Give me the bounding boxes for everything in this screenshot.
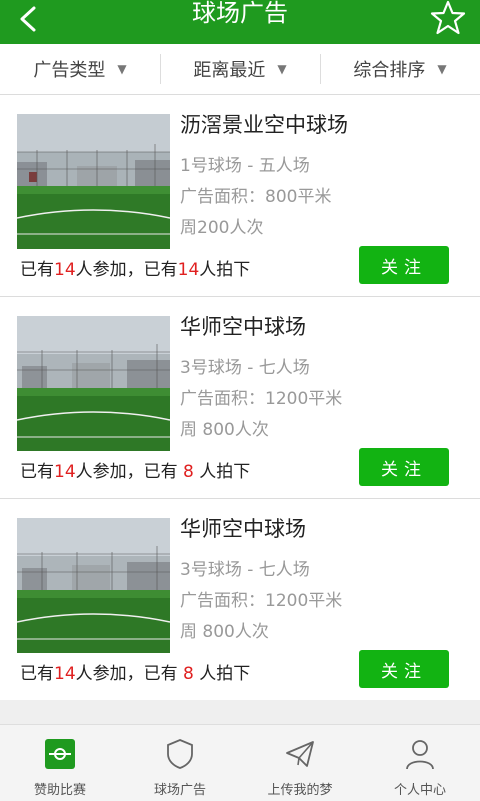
purchased-count: 8 [177,664,200,684]
shield-icon [167,739,193,769]
venue-card[interactable]: 华师空中球场 3号球场 - 七人场 广告面积：1200平米 周 800人次 已有… [0,499,480,701]
tab-upload-dream[interactable]: 上传我的梦 [240,725,360,801]
ad-area: 广告面积：800平米 [180,187,332,207]
filter-bar: 广告类型 ▼ 距离最近 ▼ 综合排序 ▼ [0,44,480,95]
tab-label: 上传我的梦 [267,783,333,798]
field-type: 1号球场 - 五人场 [180,156,310,176]
paper-plane-icon [286,741,314,767]
page-title: 球场广告 [192,0,288,27]
whistle-icon [45,739,75,769]
summary-text: 已有 [20,664,54,684]
weekly-visits: 周200人次 [180,218,264,238]
purchased-count: 14 [177,260,200,280]
filter-sort[interactable]: 综合排序 ▼ [320,44,480,94]
tab-field-ads[interactable]: 球场广告 [120,725,240,801]
filter-label: 广告类型 [33,60,106,81]
summary-text: 已有 [20,260,54,280]
venue-name: 华师空中球场 [180,517,306,541]
star-outline-icon[interactable] [428,0,468,38]
venue-name: 沥滘景业空中球场 [180,113,348,137]
summary-text: 人参加，已有 [75,664,178,684]
weekly-visits: 周 800人次 [180,622,269,642]
joined-count: 14 [54,664,76,684]
field-type: 3号球场 - 七人场 [180,358,310,378]
filter-label: 综合排序 [353,60,426,81]
joined-count: 14 [54,462,76,482]
summary-text: 人拍下 [199,462,251,482]
bottom-tab-bar: 赞助比赛 球场广告 上传我的梦 个人中心 [0,724,480,801]
field-photo [17,114,170,249]
dropdown-arrow-icon: ▼ [277,62,287,76]
filter-ad-type[interactable]: 广告类型 ▼ [0,44,160,94]
field-photo [17,316,170,451]
participation-summary: 已有14人参加，已有 8 人拍下 [20,659,250,684]
venue-list: 沥滘景业空中球场 1号球场 - 五人场 广告面积：800平米 周200人次 已有… [0,95,480,701]
dropdown-arrow-icon: ▼ [117,62,127,76]
field-type: 3号球场 - 七人场 [180,560,310,580]
tab-label: 个人中心 [393,783,446,798]
ad-area: 广告面积：1200平米 [180,591,343,611]
summary-text: 已有 [20,462,54,482]
field-photo [17,518,170,653]
follow-button[interactable]: 关注 [359,650,449,688]
follow-button[interactable]: 关注 [359,246,449,284]
filter-distance[interactable]: 距离最近 ▼ [160,44,320,94]
venue-card[interactable]: 沥滘景业空中球场 1号球场 - 五人场 广告面积：800平米 周200人次 已有… [0,95,480,297]
summary-text: 人拍下 [199,664,251,684]
summary-text: 人参加，已有 [75,462,178,482]
ad-area: 广告面积：1200平米 [180,389,343,409]
title-bar: 球场广告 [0,0,480,44]
list-end-spacer [0,700,480,724]
venue-card[interactable]: 华师空中球场 3号球场 - 七人场 广告面积：1200平米 周 800人次 已有… [0,297,480,499]
joined-count: 14 [54,260,76,280]
tab-sponsor-match[interactable]: 赞助比赛 [0,725,120,801]
venue-name: 华师空中球场 [180,315,306,339]
participation-summary: 已有14人参加，已有 8 人拍下 [20,457,250,482]
summary-text: 人参加，已有 [75,260,178,280]
dropdown-arrow-icon: ▼ [437,62,447,76]
follow-button[interactable]: 关注 [359,448,449,486]
tab-label: 赞助比赛 [33,783,86,798]
tab-label: 球场广告 [153,783,206,798]
participation-summary: 已有14人参加，已有14人拍下 [20,255,250,280]
summary-text: 人拍下 [199,260,251,280]
weekly-visits: 周 800人次 [180,420,269,440]
purchased-count: 8 [177,462,200,482]
user-icon [406,740,434,770]
filter-label: 距离最近 [193,60,266,81]
tab-profile[interactable]: 个人中心 [360,725,480,801]
